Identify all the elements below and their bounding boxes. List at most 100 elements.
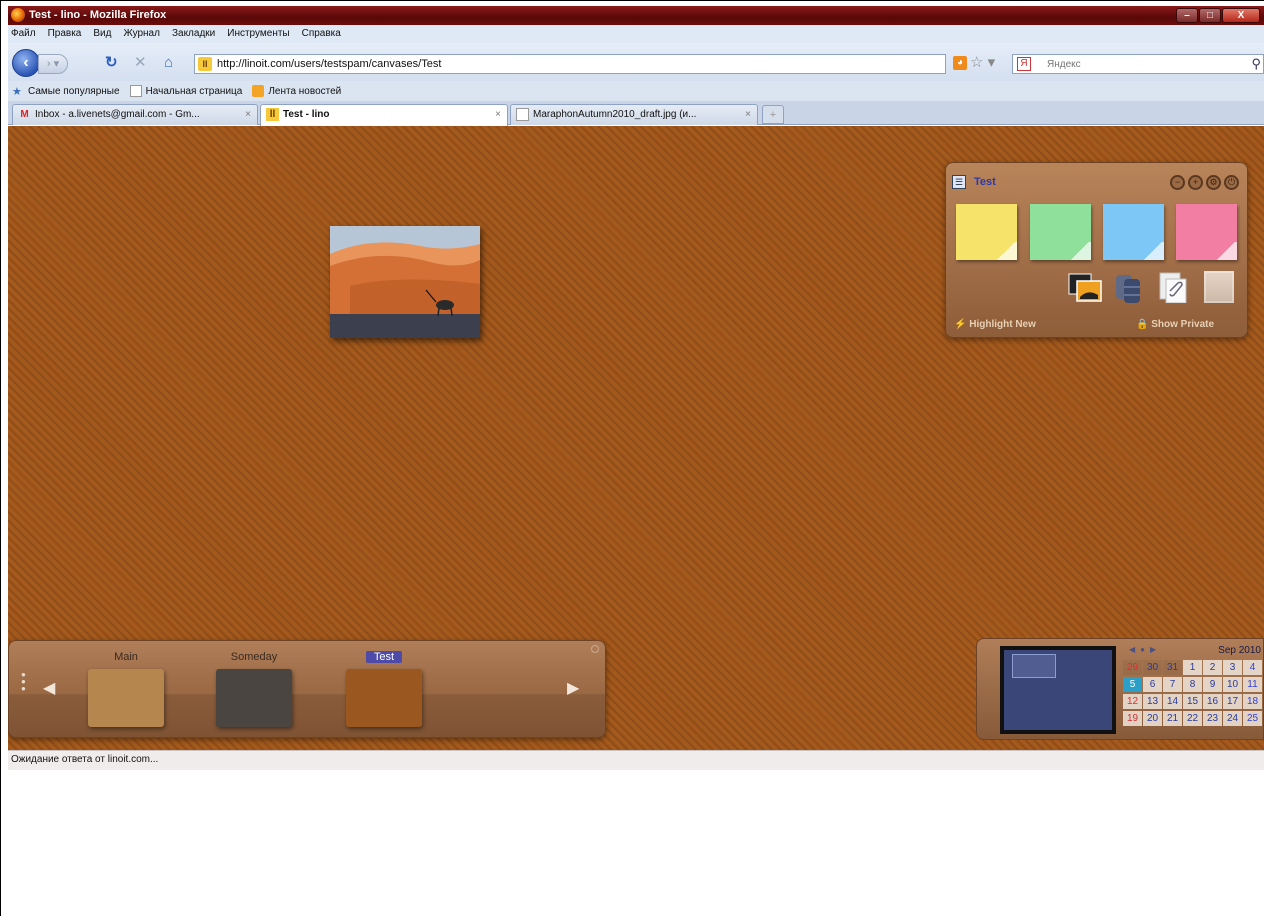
photo-tool-icon[interactable] xyxy=(1068,271,1102,303)
bookmark-label: Самые популярные xyxy=(28,85,120,97)
gmail-icon: M xyxy=(20,109,29,120)
lino-canvas-board[interactable]: ☰ Test − + ⚙ ⏻ ⚡ Highlight New 🔒 Show Pr… xyxy=(8,126,1264,750)
calendar-day[interactable]: 11 xyxy=(1243,677,1262,692)
search-engine-icon[interactable]: Я xyxy=(1017,57,1031,71)
calendar-day[interactable]: 1 xyxy=(1183,660,1202,675)
calendar-day[interactable]: 9 xyxy=(1203,677,1222,692)
calendar-day[interactable]: 30 xyxy=(1143,660,1162,675)
calendar-day[interactable]: 4 xyxy=(1243,660,1262,675)
bookmark-star-icon[interactable]: ☆ ▾ xyxy=(970,53,995,71)
tab-close-button[interactable]: × xyxy=(245,105,251,124)
menu-history[interactable]: Журнал xyxy=(123,25,160,43)
highlight-new-link[interactable]: ⚡ Highlight New xyxy=(954,319,1036,330)
calendar-month: Sep 2010 xyxy=(1218,645,1261,656)
canvas-thumbnail xyxy=(88,669,164,727)
window-title: Test - lino - Mozilla Firefox xyxy=(29,9,167,21)
canvas-thumbnail xyxy=(216,669,292,727)
calendar-day[interactable]: 19 xyxy=(1123,711,1142,726)
canvas-main[interactable]: Main xyxy=(86,651,166,727)
new-tab-button[interactable]: + xyxy=(762,105,784,124)
menu-bookmarks[interactable]: Закладки xyxy=(172,25,215,43)
minimap-viewport[interactable] xyxy=(1012,654,1056,678)
status-bar: Ожидание ответа от linoit.com... xyxy=(8,750,1264,770)
stop-icon[interactable]: ✕ xyxy=(134,55,147,70)
search-magnifier-icon[interactable]: ⚲ xyxy=(1251,56,1261,72)
scroll-left-icon[interactable]: ◀ xyxy=(43,681,55,697)
settings-icon[interactable]: ⚙ xyxy=(1206,175,1221,190)
sticky-toolbox: ☰ Test − + ⚙ ⏻ ⚡ Highlight New 🔒 Show Pr… xyxy=(945,162,1248,338)
page-icon xyxy=(516,108,529,121)
panel-handle-icon[interactable]: ● ● ● xyxy=(21,671,26,693)
green-sticky-note[interactable] xyxy=(1030,204,1091,260)
calendar-day[interactable]: 12 xyxy=(1123,694,1142,709)
search-input[interactable] xyxy=(1047,57,1247,71)
panel-options-icon[interactable] xyxy=(591,645,599,653)
yellow-sticky-note[interactable] xyxy=(956,204,1017,260)
calendar-day[interactable]: 31 xyxy=(1163,660,1182,675)
minimize-button[interactable]: – xyxy=(1176,8,1198,23)
calendar-nav-icons[interactable]: ◀●▶ xyxy=(1129,645,1161,654)
blank-note-icon[interactable] xyxy=(1204,271,1234,303)
menu-file[interactable]: Файл xyxy=(11,25,36,43)
zoom-out-icon[interactable]: − xyxy=(1170,175,1185,190)
pink-sticky-note[interactable] xyxy=(1176,204,1237,260)
calendar-grid: 29 30 31 1 2 3 4 5 6 7 8 9 10 11 12 13 14 15 16 17 18 19 20 21 2… xyxy=(1123,660,1263,728)
photo-sticky[interactable] xyxy=(330,226,480,338)
site-favicon: ll xyxy=(198,57,212,71)
toolbox-controls: − + ⚙ ⏻ xyxy=(1170,175,1239,190)
forward-button[interactable]: › ▾ xyxy=(38,54,68,74)
bookmark-news-feed[interactable]: Лента новостей xyxy=(252,85,341,97)
menu-view[interactable]: Вид xyxy=(93,25,111,43)
calendar-day[interactable]: 7 xyxy=(1163,677,1182,692)
calendar-day[interactable]: 6 xyxy=(1143,677,1162,692)
tab-close-button[interactable]: × xyxy=(495,105,501,124)
calendar-day[interactable]: 14 xyxy=(1163,694,1182,709)
maximize-button[interactable]: □ xyxy=(1199,8,1221,23)
power-icon[interactable]: ⏻ xyxy=(1224,175,1239,190)
canvas-someday[interactable]: Someday xyxy=(214,651,294,727)
canvas-icon: ☰ xyxy=(952,175,966,189)
back-button[interactable]: ‹ xyxy=(12,49,40,77)
calendar-day[interactable]: 5 xyxy=(1123,677,1142,692)
calendar-day[interactable]: 22 xyxy=(1183,711,1202,726)
calendar-day[interactable]: 2 xyxy=(1203,660,1222,675)
menu-help[interactable]: Справка xyxy=(302,25,341,43)
canvas-test[interactable]: Test xyxy=(344,651,424,727)
calendar-day[interactable]: 17 xyxy=(1223,694,1242,709)
calendar-day[interactable]: 23 xyxy=(1203,711,1222,726)
calendar-day[interactable]: 20 xyxy=(1143,711,1162,726)
calendar-day[interactable]: 10 xyxy=(1223,677,1242,692)
scroll-right-icon[interactable]: ▶ xyxy=(567,681,579,697)
reload-icon[interactable]: ↻ xyxy=(105,55,118,70)
attachment-tool-icon[interactable] xyxy=(1158,271,1188,304)
menu-edit[interactable]: Правка xyxy=(48,25,82,43)
database-tool-icon[interactable] xyxy=(1114,271,1144,303)
calendar-day[interactable]: 8 xyxy=(1183,677,1202,692)
canvas-minimap[interactable] xyxy=(1000,646,1116,734)
tab-lino[interactable]: ll Test - lino × xyxy=(260,104,508,126)
calendar-day[interactable]: 15 xyxy=(1183,694,1202,709)
home-icon[interactable]: ⌂ xyxy=(164,55,173,70)
blue-sticky-note[interactable] xyxy=(1103,204,1164,260)
calendar-day[interactable]: 18 xyxy=(1243,694,1262,709)
rss-icon[interactable]: ◕ xyxy=(953,56,967,70)
tab-close-button[interactable]: × xyxy=(745,105,751,124)
calendar-day[interactable]: 3 xyxy=(1223,660,1242,675)
calendar-day[interactable]: 13 xyxy=(1143,694,1162,709)
calendar-day[interactable]: 24 xyxy=(1223,711,1242,726)
calendar-day[interactable]: 29 xyxy=(1123,660,1142,675)
menu-bar: Файл Правка Вид Журнал Закладки Инструме… xyxy=(8,25,1264,43)
calendar-day[interactable]: 21 xyxy=(1163,711,1182,726)
url-bar[interactable]: ll http://linoit.com/users/testspam/canv… xyxy=(194,54,946,74)
tab-image[interactable]: MaraphonAutumn2010_draft.jpg (и... × xyxy=(510,104,758,125)
show-private-link[interactable]: 🔒 Show Private xyxy=(1136,319,1214,330)
zoom-in-icon[interactable]: + xyxy=(1188,175,1203,190)
search-box[interactable]: Я ⚲ xyxy=(1012,54,1264,74)
bookmark-most-visited[interactable]: ★ Самые популярные xyxy=(12,85,120,99)
close-window-button[interactable]: X xyxy=(1222,8,1260,23)
calendar-day[interactable]: 25 xyxy=(1243,711,1262,726)
tab-gmail[interactable]: M Inbox - a.livenets@gmail.com - Gm... × xyxy=(12,104,258,125)
menu-tools[interactable]: Инструменты xyxy=(227,25,289,43)
calendar-day[interactable]: 16 xyxy=(1203,694,1222,709)
bookmark-start-page[interactable]: Начальная страница xyxy=(129,85,242,97)
